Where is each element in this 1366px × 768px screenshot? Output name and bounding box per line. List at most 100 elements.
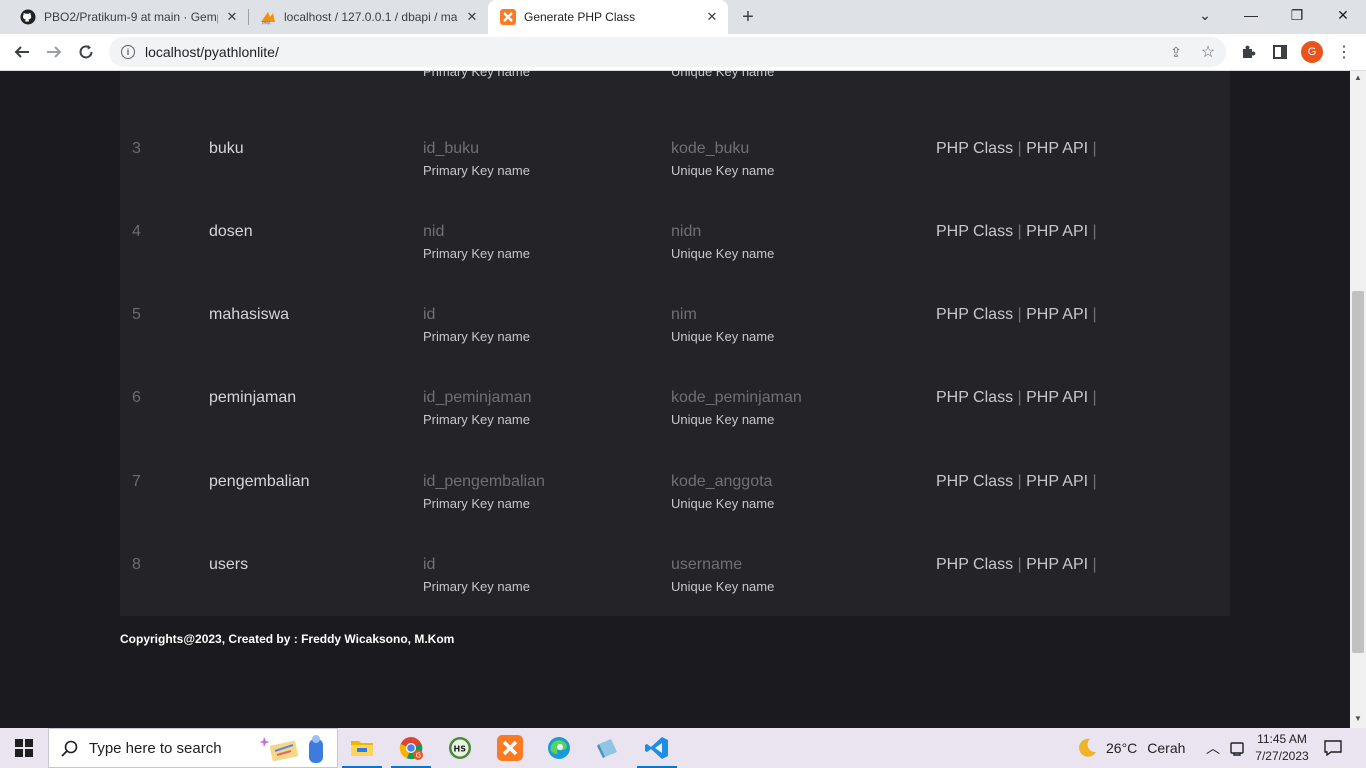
unique-key-caption: Unique Key name [671, 412, 775, 427]
weather-widget[interactable]: 26°C Cerah [1076, 728, 1185, 768]
table-name: users [209, 556, 249, 573]
unique-key-caption: Unique Key name [671, 246, 775, 261]
search-highlight-illustration-icon [259, 733, 335, 768]
php-class-link[interactable]: PHP Class [936, 556, 1013, 573]
forward-arrow-icon[interactable] [42, 40, 66, 64]
php-api-link[interactable]: PHP API [1026, 223, 1088, 240]
table-row: 5 mahasiswa id Primary Key name nim Uniq… [120, 266, 1230, 349]
profile-avatar[interactable]: G [1301, 41, 1323, 63]
window-close-icon[interactable]: ✕ [1320, 0, 1366, 30]
php-api-link[interactable]: PHP API [1026, 473, 1088, 490]
scrollbar-thumb[interactable] [1352, 291, 1364, 653]
url-text: localhost/pyathlonlite/ [145, 44, 279, 60]
windows-taskbar: Type here to search G HS 26°C Cerah ︿ 11… [0, 728, 1366, 768]
extensions-puzzle-icon[interactable] [1236, 40, 1260, 64]
scroll-up-icon[interactable]: ▲ [1350, 73, 1366, 85]
reload-icon[interactable] [74, 40, 98, 64]
action-separator: | [1092, 223, 1097, 240]
taskbar-notepad-app-icon[interactable] [584, 728, 632, 768]
page-scrollbar[interactable]: ▲ ▼ [1350, 71, 1366, 728]
browser-toolbar: i localhost/pyathlonlite/ ⇪ ☆ G ⋮ [0, 34, 1366, 71]
php-class-link[interactable]: PHP Class [936, 140, 1013, 157]
primary-key-value: id [423, 556, 436, 573]
row-number: 7 [132, 473, 141, 490]
table-row: 3 buku id_buku Primary Key name kode_buk… [120, 100, 1230, 183]
side-panel-icon[interactable] [1268, 40, 1292, 64]
unique-key-caption: Unique Key name [671, 579, 775, 594]
site-info-icon[interactable]: i [121, 45, 135, 59]
tab-github[interactable]: PBO2/Pratikum-9 at main · Gemp ✕ [8, 0, 248, 34]
share-icon[interactable]: ⇪ [1164, 40, 1188, 64]
tab-title: PBO2/Pratikum-9 at main · Gemp [44, 10, 218, 24]
primary-key-value: id [423, 306, 436, 323]
tray-chevron-up-icon[interactable]: ︿ [1206, 728, 1220, 768]
action-separator: | [1017, 306, 1022, 323]
tab-generate-php-class[interactable]: Generate PHP Class ✕ [488, 0, 728, 34]
windows-start-icon[interactable] [0, 728, 48, 768]
tab-search-chevron-icon[interactable]: ⌄ [1182, 0, 1228, 30]
primary-key-caption: Primary Key name [423, 246, 530, 261]
php-api-link[interactable]: PHP API [1026, 306, 1088, 323]
primary-key-value: id_peminjaman [423, 389, 532, 406]
php-api-link[interactable]: PHP API [1026, 389, 1088, 406]
notification-icon[interactable] [1324, 728, 1342, 768]
weather-temp: 26°C [1106, 740, 1138, 756]
taskbar-clock[interactable]: 11:45 AM 7/27/2023 [1250, 731, 1314, 765]
row-actions: PHP Class | PHP API | [936, 473, 1097, 491]
address-bar[interactable]: i localhost/pyathlonlite/ [109, 37, 1226, 67]
unique-key-value: kode_anggota [671, 473, 773, 490]
unique-key-caption: Unique Key name [671, 163, 775, 178]
taskbar-search-box[interactable]: Type here to search [48, 728, 338, 768]
minimize-icon[interactable]: — [1228, 0, 1274, 30]
taskbar-heidisql-icon[interactable]: HS [436, 728, 484, 768]
php-class-link[interactable]: PHP Class [936, 473, 1013, 490]
row-number: 8 [132, 556, 141, 573]
unique-key-caption: Unique Key name [671, 329, 775, 344]
taskbar-vscode-icon[interactable] [633, 728, 681, 768]
tab-phpmyadmin[interactable]: PMA localhost / 127.0.0.1 / dbapi / ma ✕ [248, 0, 488, 34]
new-tab-plus-icon[interactable]: + [736, 5, 760, 29]
menu-kebab-icon[interactable]: ⋮ [1332, 40, 1356, 64]
php-class-link[interactable]: PHP Class [936, 389, 1013, 406]
php-api-link[interactable]: PHP API [1026, 556, 1088, 573]
primary-key-value: id_buku [423, 140, 480, 157]
back-arrow-icon[interactable] [10, 40, 34, 64]
row-number: 5 [132, 306, 141, 323]
phpmyadmin-icon: PMA [260, 9, 276, 25]
table-name: peminjaman [209, 389, 297, 406]
row-number: 3 [132, 140, 141, 157]
close-icon[interactable]: ✕ [704, 9, 720, 25]
taskbar-chrome-icon[interactable]: G [387, 728, 435, 768]
action-separator: | [1017, 389, 1022, 406]
action-separator: | [1017, 473, 1022, 490]
svg-text:PMA: PMA [262, 21, 271, 26]
php-api-link[interactable]: PHP API [1026, 140, 1088, 157]
row-actions: PHP Class | PHP API | [936, 556, 1097, 574]
close-icon[interactable]: ✕ [464, 9, 480, 25]
github-icon [20, 9, 36, 25]
primary-key-caption: Primary Key name [423, 579, 530, 594]
tab-title: Generate PHP Class [524, 10, 636, 24]
search-placeholder: Type here to search [89, 739, 222, 757]
php-class-link[interactable]: PHP Class [936, 223, 1013, 240]
clock-date: 7/27/2023 [1255, 749, 1309, 763]
action-separator: | [1092, 556, 1097, 573]
restore-icon[interactable]: ❐ [1274, 0, 1320, 30]
action-separator: | [1092, 140, 1097, 157]
php-class-link[interactable]: PHP Class [936, 306, 1013, 323]
taskbar-edge-icon[interactable] [535, 728, 583, 768]
row-actions: PHP Class | PHP API | [936, 389, 1097, 407]
svg-text:HS: HS [454, 745, 467, 754]
primary-key-caption: Primary Key name [423, 496, 530, 511]
taskbar-file-explorer-icon[interactable] [338, 728, 386, 768]
scroll-down-icon[interactable]: ▼ [1350, 714, 1366, 726]
network-icon[interactable] [1230, 728, 1244, 768]
bookmark-star-icon[interactable]: ☆ [1196, 40, 1220, 64]
unique-key-value: username [671, 556, 743, 573]
page-viewport: Primary Key name Unique Key name 3 buku … [0, 71, 1350, 728]
taskbar-xampp-icon[interactable] [486, 728, 534, 768]
unique-key-caption: Unique Key name [671, 496, 775, 511]
browser-tab-bar: PBO2/Pratikum-9 at main · Gemp ✕ PMA loc… [0, 0, 1366, 34]
close-icon[interactable]: ✕ [224, 9, 240, 25]
row-number: 6 [132, 389, 141, 406]
